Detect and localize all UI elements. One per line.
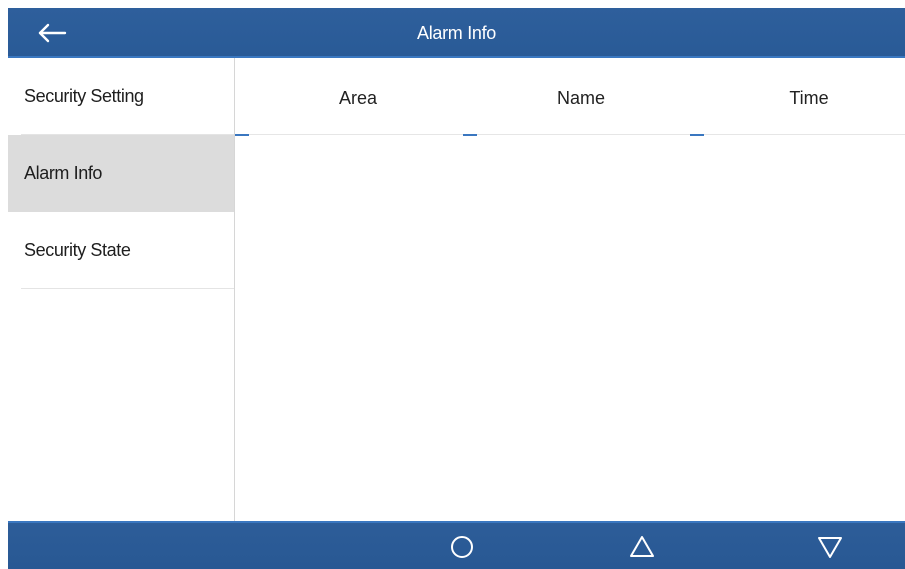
column-header-name: Name xyxy=(556,88,605,108)
column-header-area: Area xyxy=(338,88,378,108)
sidebar-item-label: Security Setting xyxy=(24,85,144,106)
sidebar-item-alarm-info[interactable]: Alarm Info xyxy=(8,135,234,212)
header-bar: Alarm Info xyxy=(8,8,905,58)
home-button[interactable] xyxy=(442,527,482,567)
sidebar-item-label: Alarm Info xyxy=(24,162,103,183)
up-button[interactable] xyxy=(622,527,662,567)
table-header: Area Name Time xyxy=(235,58,905,136)
circle-home-icon xyxy=(451,536,473,558)
screen: Alarm Info Security Setting Alarm Info S… xyxy=(0,0,905,569)
alarm-table: Area Name Time xyxy=(235,58,905,521)
navigation-bar xyxy=(8,521,905,569)
triangle-up-icon xyxy=(630,536,654,557)
table-body xyxy=(235,135,905,521)
triangle-down-icon xyxy=(818,537,842,558)
sidebar: Security Setting Alarm Info Security Sta… xyxy=(8,58,235,521)
sidebar-item-security-state[interactable]: Security State xyxy=(21,212,234,289)
down-button[interactable] xyxy=(810,527,850,567)
sidebar-item-label: Security State xyxy=(24,239,131,260)
column-header-time: Time xyxy=(789,88,829,108)
sidebar-item-security-setting[interactable]: Security Setting xyxy=(21,58,234,135)
page-title: Alarm Info xyxy=(416,23,497,43)
